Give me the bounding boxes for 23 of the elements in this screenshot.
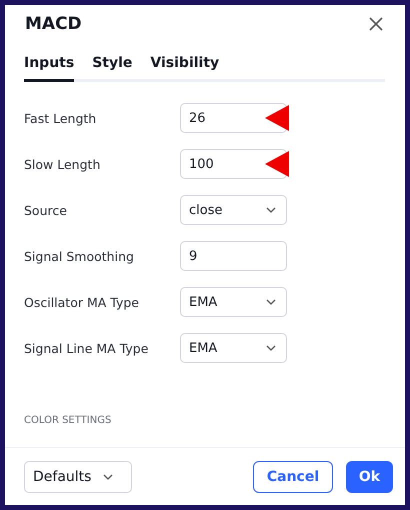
ok-button[interactable]: Ok: [346, 461, 393, 493]
field-label: Signal Line MA Type: [24, 340, 150, 356]
field-label: Signal Smoothing: [24, 248, 135, 264]
close-icon[interactable]: [369, 17, 383, 31]
field-label: Oscillator MA Type: [24, 294, 140, 310]
field-label: Source: [24, 202, 68, 218]
tab[interactable]: Inputs: [24, 55, 74, 82]
chevron-down-icon: [266, 299, 276, 305]
chevron-down-icon: [266, 207, 276, 213]
defaults-dropdown[interactable]: Defaults: [24, 461, 132, 493]
cancel-button[interactable]: Cancel: [253, 461, 333, 493]
tab[interactable]: Visibility: [150, 55, 220, 82]
field-label: Slow Length: [24, 156, 102, 172]
chevron-down-icon: [266, 345, 276, 351]
dropdown[interactable]: EMA: [180, 333, 287, 363]
dropdown[interactable]: close: [180, 195, 287, 225]
chevron-down-icon: [103, 474, 114, 480]
input-field[interactable]: 9: [180, 241, 287, 271]
dropdown[interactable]: EMA: [180, 287, 287, 317]
section-heading: COLOR SETTINGS: [23, 414, 112, 426]
field-label: Fast Length: [24, 110, 98, 126]
dialog-title: MACD: [25, 14, 82, 34]
tab[interactable]: Style: [92, 55, 132, 82]
